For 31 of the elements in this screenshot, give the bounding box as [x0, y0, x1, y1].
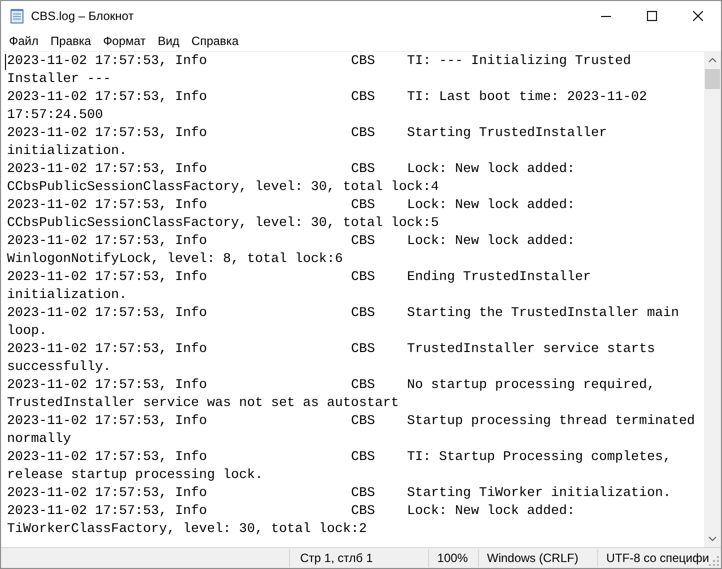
line-endings: Windows (CRLF): [478, 549, 598, 567]
log-entry: 2023-11-02 17:57:53, Info CBS Lock: New lock added: TiWorkerClassFactory, level: 30, total lock:2: [7, 503, 576, 539]
menu-item[interactable]: Формат: [97, 32, 152, 50]
window-title: CBS.log – Блокнот: [31, 8, 134, 25]
cursor-position: Стр 1, стлб 1: [289, 549, 428, 567]
log-entry: 2023-11-02 17:57:53, Info CBS Startup processing thread terminated normally: [7, 413, 696, 449]
resize-grip-icon[interactable]: [709, 556, 720, 566]
log-entry: 2023-11-02 17:57:53, Info CBS Lock: New lock added: CCbsPublicSessionClassFactory, level: 30, total lock:5: [7, 197, 576, 233]
notepad-icon: [9, 8, 25, 24]
menu-item[interactable]: Файл: [3, 32, 45, 50]
log-entry: 2023-11-02 17:57:53, Info CBS TI: Last boot time: 2023-11-02 17:57:24.500: [7, 89, 648, 125]
zoom-level: 100%: [428, 549, 478, 567]
log-entry: 2023-11-02 17:57:53, Info CBS TI: Startup Processing completes, release startup processing lock.: [7, 449, 672, 485]
log-entry: 2023-11-02 17:57:53, Info CBS Lock: New lock added: CCbsPublicSessionClassFactory, level: 30, total lock:4: [7, 161, 576, 197]
log-entry: 2023-11-02 17:57:53, Info CBS Starting TiWorker initialization.: [7, 485, 672, 503]
vertical-scrollbar[interactable]: [704, 52, 721, 547]
menu-item[interactable]: Правка: [44, 32, 98, 50]
menu-item[interactable]: Справка: [185, 32, 244, 50]
text-cursor: [5, 54, 6, 70]
menu-item[interactable]: Вид: [152, 32, 186, 50]
log-entry: 2023-11-02 17:57:53, Info CBS Starting the TrustedInstaller main loop.: [7, 305, 680, 341]
log-entry: 2023-11-02 17:57:53, Info CBS TrustedInstaller service starts successfully.: [7, 341, 656, 377]
log-entry: 2023-11-02 17:57:53, Info CBS Ending TrustedInstaller initialization.: [7, 269, 592, 305]
log-entry: 2023-11-02 17:57:53, Info CBS TI: --- Initializing Trusted Installer ---: [7, 53, 632, 89]
scrollbar-thumb[interactable]: [705, 69, 720, 89]
encoding: UTF-8 со специфи: [597, 549, 710, 567]
log-entry: 2023-11-02 17:57:53, Info CBS Starting TrustedInstaller initialization.: [7, 125, 608, 161]
log-entry: 2023-11-02 17:57:53, Info CBS No startup processing required, TrustedInstaller service was not set as autostart: [7, 377, 656, 413]
maximize-icon: [647, 11, 657, 21]
log-entry: 2023-11-02 17:57:53, Info CBS Lock: New lock added: WinlogonNotifyLock, level: 8, total lock:6: [7, 233, 576, 269]
close-icon: [693, 11, 703, 21]
